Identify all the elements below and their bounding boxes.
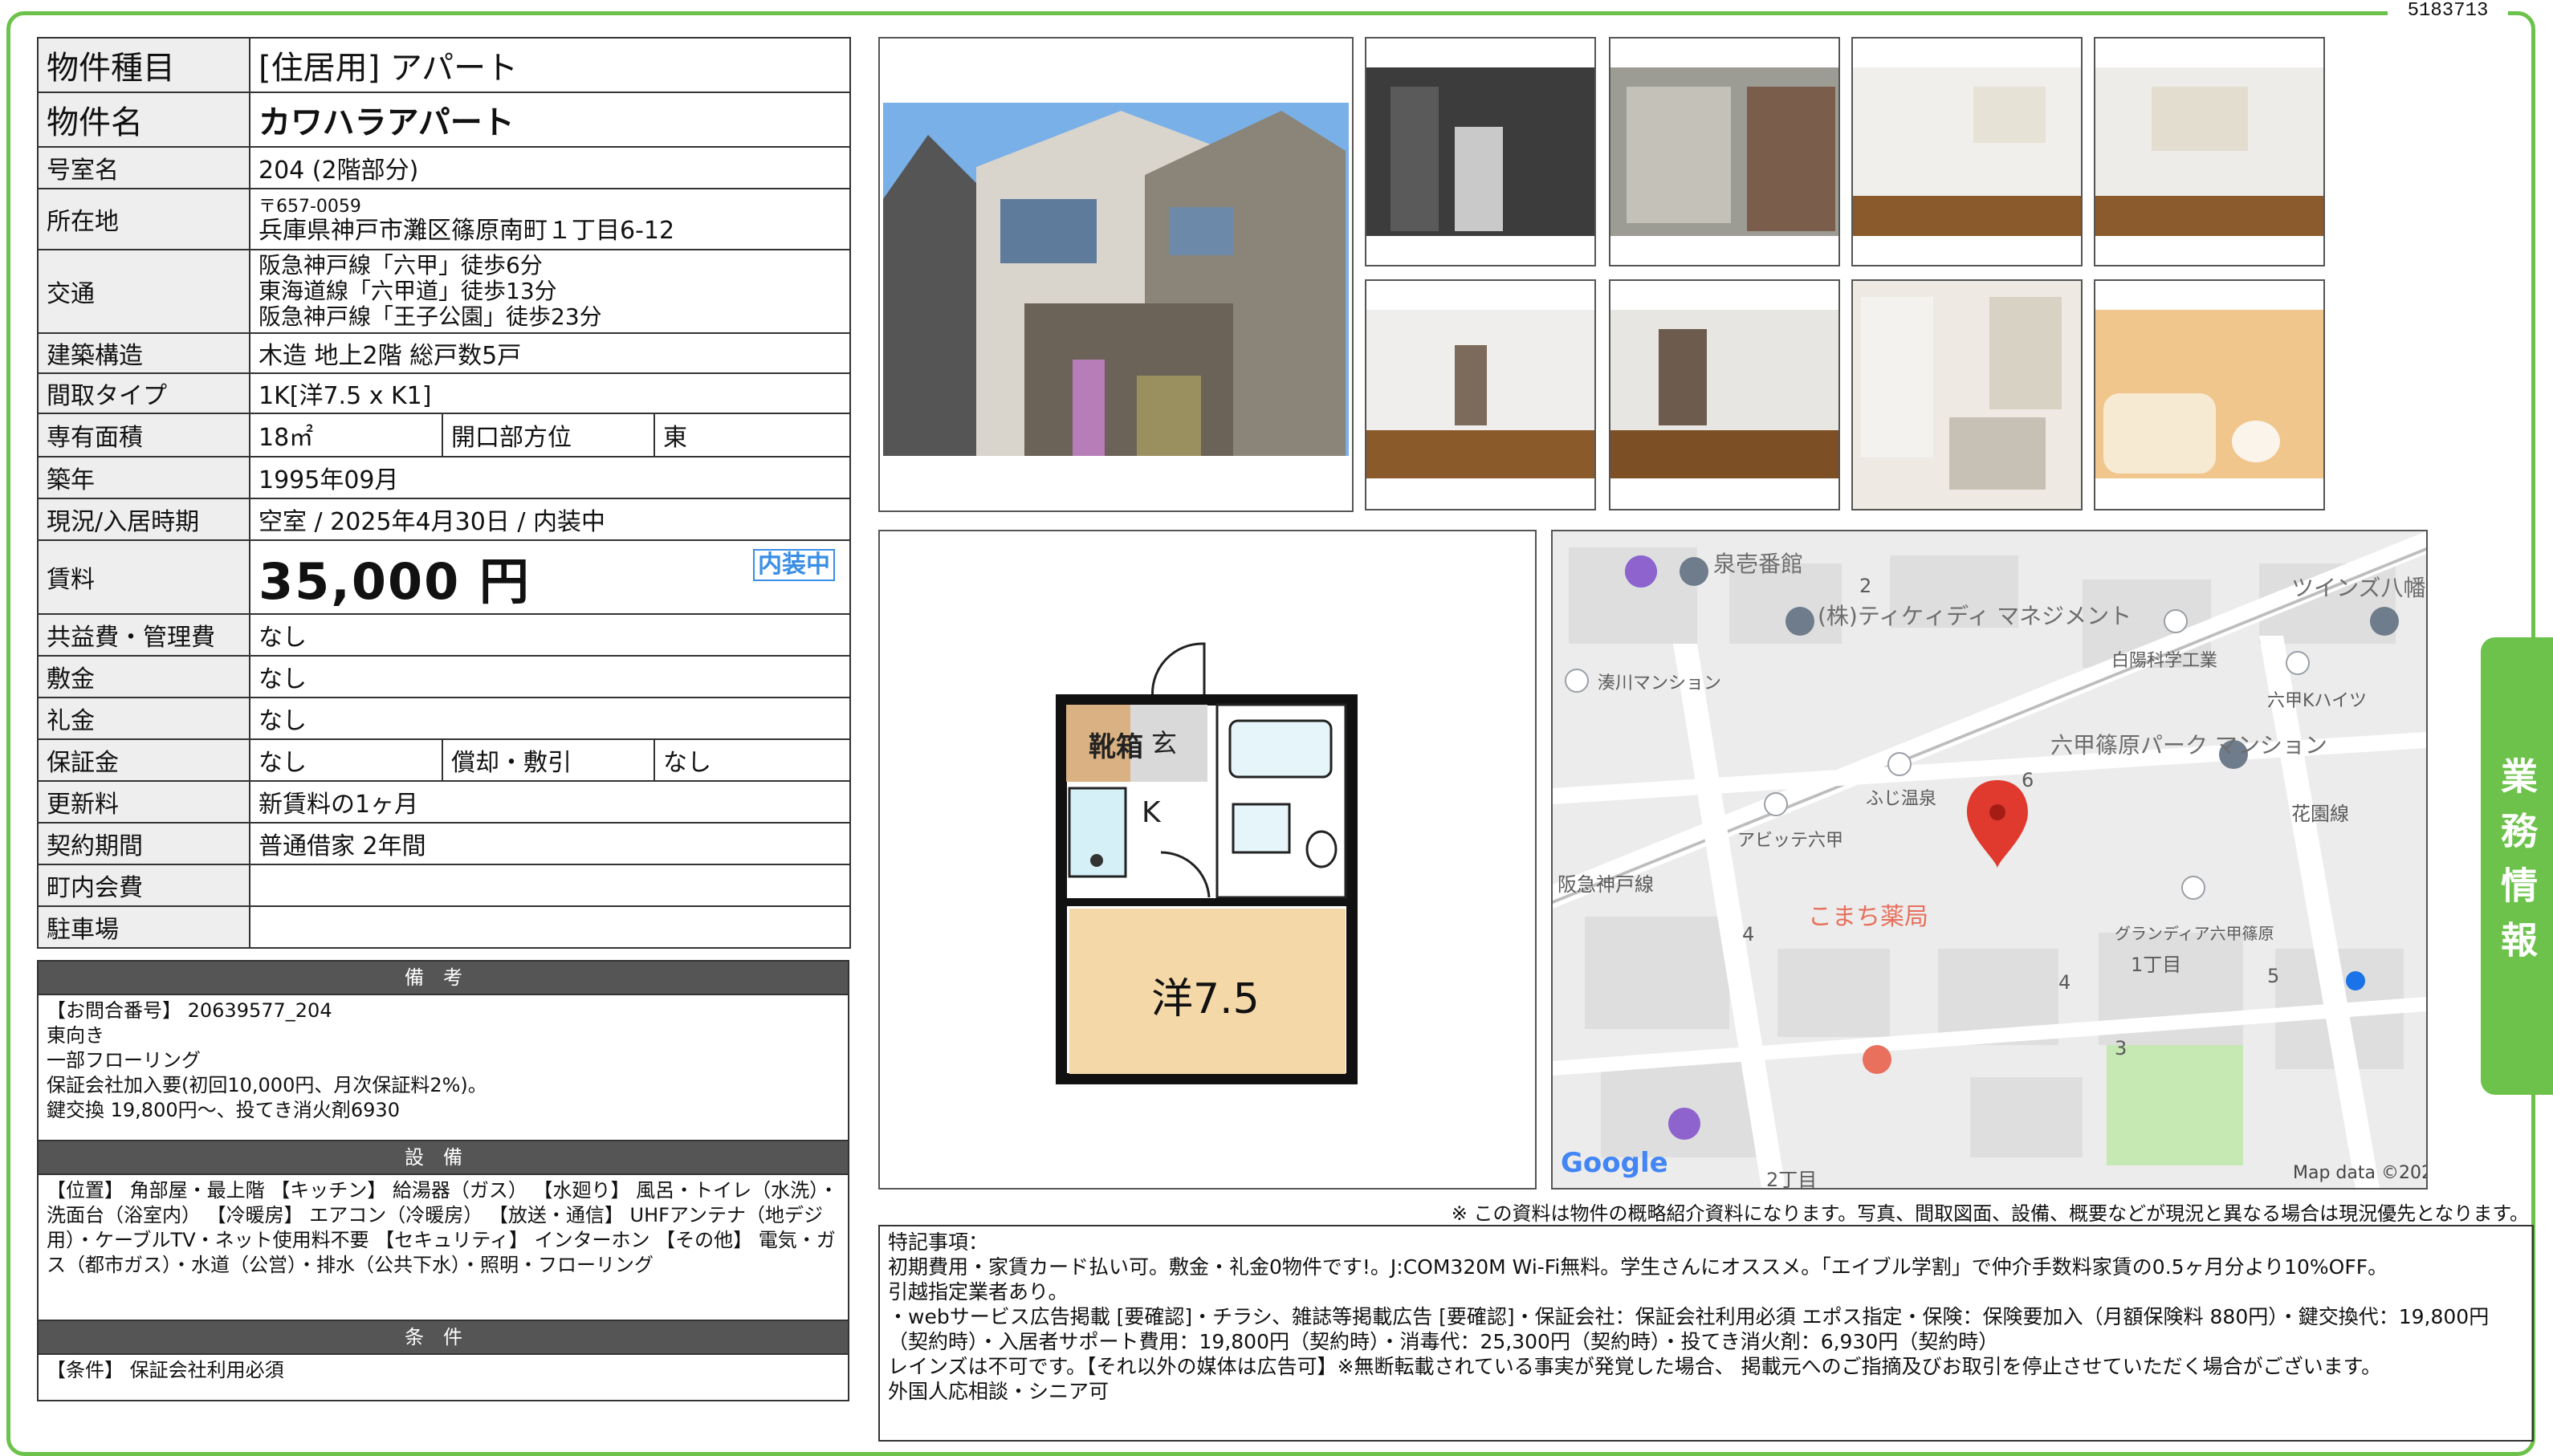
map-label: 湊川マンション	[1598, 673, 1721, 693]
contract-value: 普通借家 2年間	[249, 822, 851, 865]
map-label: (株)ティケィディ マネジメント	[1818, 603, 2132, 629]
photo-room-4	[1609, 279, 1840, 510]
status-label: 現況/入居時期	[37, 498, 250, 541]
setsubi-text: 【位置】 角部屋・最上階 【キッチン】 給湯器（ガス） 【水廻り】 風呂・トイレ…	[37, 1173, 849, 1321]
map-label: アビッテ六甲	[1737, 831, 1843, 851]
status-badge: 内装中	[753, 549, 835, 581]
chonai-value	[249, 864, 851, 907]
photo-bathroom	[2094, 279, 2325, 510]
layout-label: 間取タイプ	[37, 372, 250, 414]
name-label: 物件名	[37, 92, 250, 148]
room-value: 204 (2階部分)	[249, 146, 851, 189]
shikikin-label: 敷金	[37, 655, 250, 698]
address-label: 所在地	[37, 188, 250, 250]
google-logo: Google	[1561, 1147, 1668, 1179]
map-label: グランディア六甲篠原	[2115, 924, 2274, 943]
renewal-label: 更新料	[37, 780, 250, 824]
photo-washroom	[1365, 37, 1596, 266]
traffic-line: 阪急神戸線「六甲」徒歩6分	[259, 252, 543, 279]
hoshokin-label: 保証金	[37, 738, 250, 782]
room-size-label: 洋7.5	[1151, 975, 1260, 1023]
photo-mailbox	[1609, 37, 1840, 266]
renewal-value: 新賃料の1ヶ月	[249, 780, 851, 824]
setsubi-header: 設備	[37, 1140, 849, 1175]
photo-room-3	[1365, 279, 1596, 510]
joken-text: 【条件】 保証会社利用必須	[37, 1353, 849, 1401]
structure-value: 木造 地上2階 総戸数5戸	[249, 332, 851, 374]
map-label: 2丁目	[1766, 1169, 1817, 1188]
traffic-line: 東海道線「六甲道」徒歩13分	[259, 278, 557, 304]
zip-code: 〒657-0059	[259, 197, 361, 217]
map-label: 白陽科学工業	[2111, 651, 2217, 671]
map-label: 六甲篠原パーク マンション	[2050, 732, 2327, 759]
photo-room-2	[2094, 37, 2325, 266]
map-label: 六甲Kハイツ	[2267, 691, 2367, 711]
kyoeki-label: 共益費・管理費	[37, 613, 250, 657]
parking-label: 駐車場	[37, 905, 250, 949]
joken-header: 条件	[37, 1320, 849, 1355]
biko-header: 備考	[37, 960, 849, 995]
reikin-label: 礼金	[37, 697, 250, 740]
map-label: 4	[2058, 971, 2070, 994]
photo-kitchen	[1851, 279, 2083, 510]
type-label: 物件種目	[37, 37, 250, 93]
business-info-tab[interactable]: 業務情報	[2481, 637, 2553, 1095]
shokyaku-value: なし	[654, 738, 851, 782]
location-map[interactable]: 泉壱番館 (株)ティケィディ マネジメント ツインズ八幡 湊川マンション 白陽科…	[1551, 530, 2428, 1190]
rent-value: 35,000 円	[259, 552, 531, 611]
room-label: 号室名	[37, 146, 250, 189]
document-id: 5183713	[2388, 0, 2508, 22]
map-label: 阪急神戸線	[1557, 873, 1654, 896]
special-notes: 特記事項： 初期費用・家賃カード払い可。敷金・礼金0物件です!。J:COM320…	[878, 1225, 2534, 1442]
status-value: 空室 / 2025年4月30日 / 内装中	[249, 498, 851, 541]
kyoeki-value: なし	[249, 613, 851, 657]
floor-plan: 靴箱 玄 K 洋7.5	[878, 530, 1537, 1190]
map-attribution: Map data ©2021	[2293, 1163, 2426, 1183]
address-cell: 〒657-0059 兵庫県神戸市灘区篠原南町１丁目6-12	[249, 188, 851, 250]
property-table: 物件種目 [住居用] アパート 物件名 カワハラアパート 号室名 204 (2階…	[37, 37, 851, 949]
exterior-photo	[878, 37, 1354, 512]
map-label: 4	[1742, 923, 1754, 946]
traffic-cell: 阪急神戸線「六甲」徒歩6分 東海道線「六甲道」徒歩13分 阪急神戸線「王子公園」…	[249, 249, 851, 334]
structure-label: 建築構造	[37, 332, 250, 374]
type-value: [住居用] アパート	[249, 37, 851, 93]
area-label: 専有面積	[37, 413, 250, 458]
map-label: 5	[2267, 965, 2279, 987]
shokyaku-label: 償却・敷引	[442, 738, 655, 782]
shoebox-label: 靴箱	[1089, 731, 1143, 763]
map-label: ふじ温泉	[1866, 789, 1936, 809]
name-value: カワハラアパート	[249, 92, 851, 148]
entrance-label: 玄	[1151, 728, 1177, 759]
built-value: 1995年09月	[249, 456, 851, 499]
map-label: 泉壱番館	[1713, 551, 1803, 577]
traffic-label: 交通	[37, 249, 250, 334]
rent-label: 賃料	[37, 539, 250, 615]
chonai-label: 町内会費	[37, 864, 250, 907]
direction-label: 開口部方位	[442, 413, 655, 458]
biko-text: 【お問合番号】 20639577_204 東向き 一部フローリング 保証会社加入…	[37, 994, 849, 1141]
hoshokin-value: なし	[249, 738, 443, 782]
address-value: 兵庫県神戸市灘区篠原南町１丁目6-12	[259, 217, 675, 245]
map-label: 1丁目	[2131, 954, 2181, 976]
rent-cell: 35,000 円 内装中	[249, 539, 851, 615]
built-label: 築年	[37, 456, 250, 499]
parking-value	[249, 905, 851, 949]
photo-room-1	[1851, 37, 2083, 266]
reikin-value: なし	[249, 697, 851, 740]
layout-value: 1K[洋7.5 x K1]	[249, 372, 851, 414]
map-label: 花園線	[2291, 803, 2349, 825]
contract-label: 契約期間	[37, 822, 250, 865]
map-label: 6	[2022, 769, 2034, 791]
traffic-line: 阪急神戸線「王子公園」徒歩23分	[259, 303, 602, 330]
direction-value: 東	[654, 413, 851, 458]
map-label: こまち薬局	[1808, 903, 1928, 931]
map-label: ツインズ八幡	[2291, 575, 2425, 601]
area-value: 18㎡	[249, 413, 443, 458]
kitchen-label: K	[1142, 796, 1162, 829]
disclaimer: ※ この資料は物件の概略紹介資料になります。写真、間取図面、設備、概要などが現況…	[1451, 1202, 2529, 1225]
shikikin-value: なし	[249, 655, 851, 698]
map-label: 3	[2115, 1037, 2127, 1059]
map-label: 2	[1859, 575, 1871, 597]
